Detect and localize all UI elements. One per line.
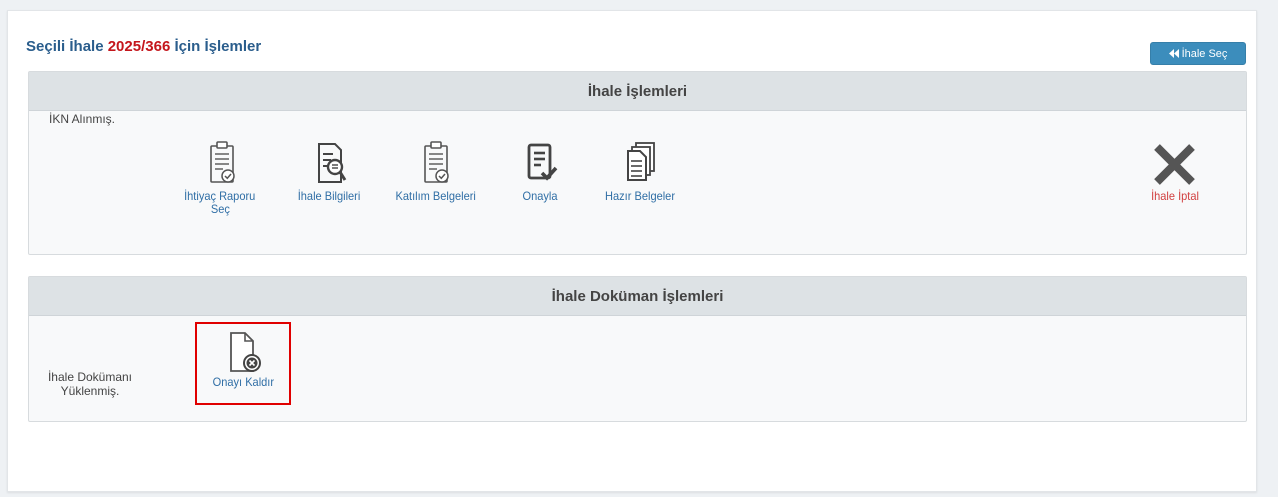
cancel-tender-label: İhale İptal: [1151, 189, 1199, 203]
double-chevron-left-icon: [1168, 49, 1179, 58]
cancel-tender-action[interactable]: İhale İptal: [1125, 140, 1225, 203]
x-icon: [1154, 144, 1195, 185]
tender-info-label: İhale Bilgileri: [297, 189, 361, 203]
document-check-icon: [527, 143, 558, 181]
select-tender-label: İhale Seç: [1181, 47, 1228, 60]
tender-info-action[interactable]: İhale Bilgileri: [284, 140, 374, 203]
tender-ops-heading: İhale İşlemleri: [29, 72, 1246, 111]
need-report-label-line2: Seç: [210, 202, 230, 216]
approve-label: Onayla: [522, 189, 558, 203]
doc-status-line1: İhale Dokümanı: [47, 370, 133, 384]
title-suffix: İçin İşlemler: [174, 38, 262, 55]
tender-number: 2025/366: [107, 38, 171, 55]
participation-docs-action[interactable]: Katılım Belgeleri: [381, 140, 491, 203]
need-report-select-action[interactable]: İhtiyaç Raporu Seç: [175, 140, 265, 216]
approve-action[interactable]: Onayla: [510, 140, 570, 203]
select-tender-button[interactable]: İhale Seç: [1150, 42, 1246, 65]
clipboard-check-icon: [210, 141, 235, 183]
document-search-icon: [318, 143, 347, 183]
selection-highlight: [195, 322, 291, 405]
title-prefix: Seçili İhale: [26, 38, 104, 55]
participation-docs-label: Katılım Belgeleri: [395, 189, 477, 203]
documents-stack-icon: [627, 142, 655, 181]
doc-status-line2: Yüklenmiş.: [60, 384, 120, 398]
page-title: Seçili İhale 2025/366 İçin İşlemler: [26, 38, 261, 55]
doc-ops-heading: İhale Doküman İşlemleri: [29, 277, 1246, 316]
ready-docs-action[interactable]: Hazır Belgeler: [590, 140, 690, 203]
ikn-status-label: İKN Alınmış.: [48, 112, 116, 126]
ready-docs-label: Hazır Belgeler: [605, 189, 675, 203]
doc-status-label: İhale Dokümanı Yüklenmiş.: [40, 370, 140, 398]
clipboard-check-icon: [424, 141, 449, 183]
